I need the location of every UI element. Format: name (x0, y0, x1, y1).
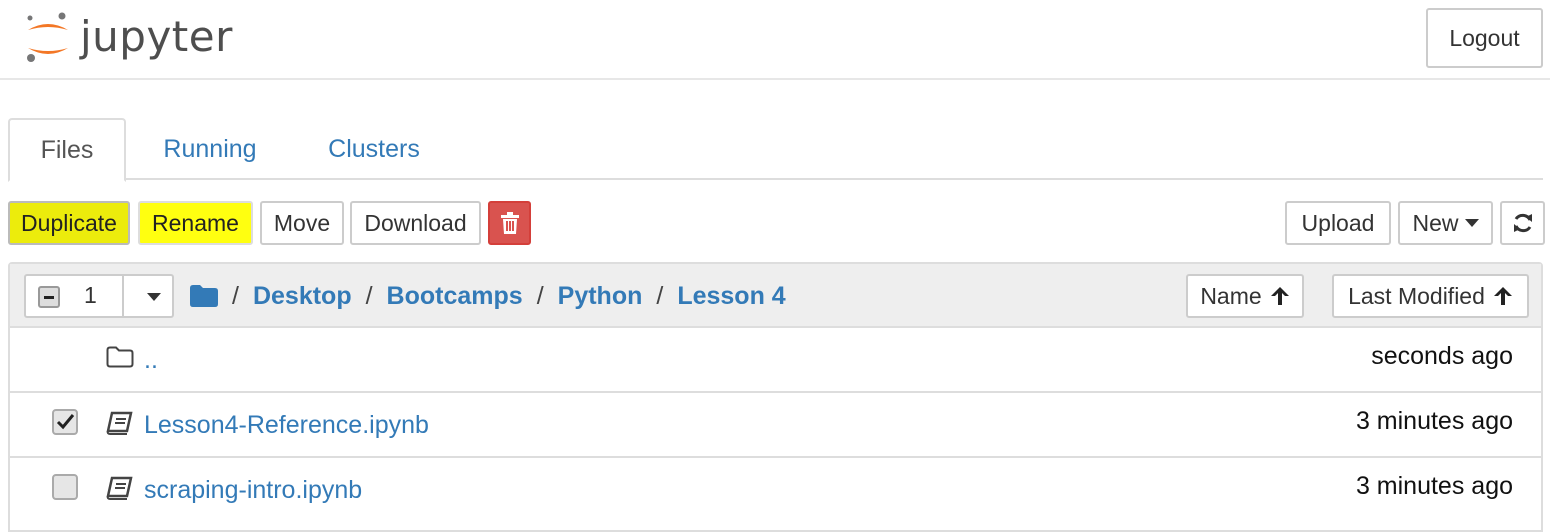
file-name-link[interactable]: scraping-intro.ipynb (144, 476, 362, 505)
selected-count: 1 (84, 282, 97, 308)
row-checkbox[interactable] (52, 409, 78, 435)
file-modified-time: seconds ago (1371, 342, 1513, 370)
logout-button[interactable]: Logout (1426, 8, 1543, 68)
move-button[interactable]: Move (260, 201, 344, 245)
select-menu-caret-icon[interactable] (147, 293, 161, 301)
select-all-group[interactable]: 1 (24, 274, 174, 318)
breadcrumb-separator: / (365, 281, 373, 310)
breadcrumb-python[interactable]: Python (558, 282, 643, 311)
notebook-icon (106, 476, 134, 505)
file-list-panel: 1 / Desktop / Bootcamps / Python / Lesso… (8, 262, 1543, 532)
breadcrumb: / Desktop / Bootcamps / Python / Lesson … (190, 280, 786, 312)
file-modified-time: 3 minutes ago (1355, 472, 1513, 500)
checkmark-icon (56, 414, 75, 430)
file-name-link[interactable]: Lesson4-Reference.ipynb (144, 411, 429, 440)
list-item[interactable]: .. seconds ago (10, 328, 1541, 393)
file-list-header: 1 / Desktop / Bootcamps / Python / Lesso… (10, 264, 1541, 328)
new-button-label: New (1412, 209, 1459, 236)
breadcrumb-lesson-4[interactable]: Lesson 4 (677, 282, 785, 311)
sort-name-label: Name (1200, 282, 1262, 309)
list-item[interactable]: Lesson4-Reference.ipynb 3 minutes ago (10, 393, 1541, 458)
breadcrumb-separator: / (656, 281, 664, 310)
logo-wordmark: jupyter (80, 12, 233, 61)
folder-icon (106, 346, 134, 373)
delete-button[interactable] (488, 201, 531, 245)
arrow-up-icon (1270, 286, 1290, 306)
duplicate-button[interactable]: Duplicate (8, 201, 130, 245)
tab-files[interactable]: Files (8, 118, 126, 182)
download-button[interactable]: Download (350, 201, 481, 245)
breadcrumb-separator: / (232, 281, 239, 310)
sort-modified-label: Last Modified (1348, 282, 1485, 309)
sort-by-name-button[interactable]: Name (1186, 274, 1304, 318)
tab-bar: Files Running Clusters (8, 118, 1543, 182)
file-modified-time: 3 minutes ago (1355, 407, 1513, 435)
notebook-icon (106, 411, 134, 440)
select-all-checkbox[interactable] (38, 286, 60, 308)
row-checkbox[interactable] (52, 474, 78, 500)
refresh-icon (1513, 213, 1532, 233)
header: jupyter Logout (0, 0, 1550, 80)
file-name-link[interactable]: .. (144, 346, 158, 375)
upload-button[interactable]: Upload (1285, 201, 1391, 245)
tab-clusters[interactable]: Clusters (308, 118, 440, 180)
jupyter-logo-icon (27, 12, 68, 62)
arrow-up-icon (1493, 286, 1513, 306)
breadcrumb-desktop[interactable]: Desktop (253, 282, 352, 311)
list-item[interactable]: scraping-intro.ipynb 3 minutes ago (10, 458, 1541, 523)
breadcrumb-separator: / (536, 281, 544, 310)
new-dropdown-button[interactable]: New (1398, 201, 1493, 245)
refresh-button[interactable] (1500, 201, 1545, 245)
jupyter-logo[interactable]: jupyter (22, 8, 252, 68)
rename-button[interactable]: Rename (138, 201, 253, 245)
tab-running[interactable]: Running (148, 118, 272, 180)
caret-down-icon (1464, 219, 1479, 227)
select-divider (122, 276, 124, 316)
folder-home-icon[interactable] (190, 285, 218, 307)
sort-by-last-modified-button[interactable]: Last Modified (1332, 274, 1529, 318)
breadcrumb-bootcamps[interactable]: Bootcamps (387, 282, 523, 311)
trash-icon (500, 212, 519, 234)
